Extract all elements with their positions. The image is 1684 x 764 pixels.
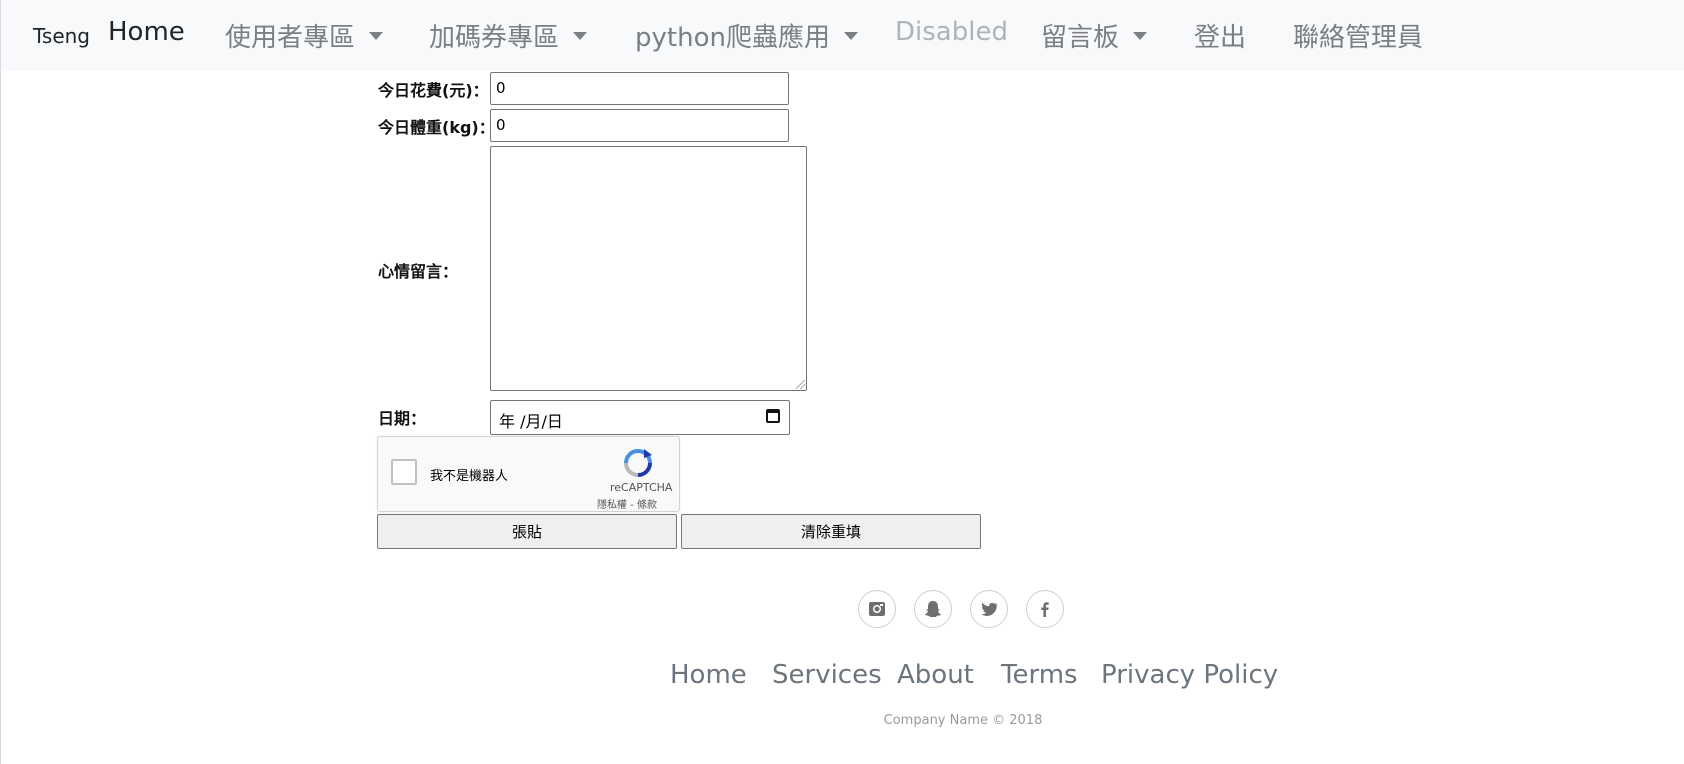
submit-button-label: 張貼 xyxy=(511,523,542,541)
nav-contact-admin[interactable]: 聯絡管理員 xyxy=(1293,17,1423,54)
weight-input[interactable]: 0 xyxy=(490,109,789,142)
submit-button[interactable]: 張貼 xyxy=(377,514,677,549)
calendar-icon[interactable] xyxy=(766,409,780,423)
spend-label: 今日花費(元)： xyxy=(378,81,489,100)
date-input[interactable]: 年 /月/日 xyxy=(490,400,790,435)
top-navbar: Tseng Home 使用者專區 加碼券專區 python爬蟲應用 Disabl… xyxy=(1,0,1684,71)
nav-logout-label: 登出 xyxy=(1194,23,1247,53)
nav-disabled: Disabled xyxy=(895,17,1008,47)
footer-link-services[interactable]: Services xyxy=(772,660,882,690)
reset-button[interactable]: 清除重填 xyxy=(681,514,981,549)
spend-input-value: 0 xyxy=(496,79,506,97)
weight-label: 今日體重(kg)： xyxy=(378,118,495,137)
mood-textarea[interactable] xyxy=(490,146,807,391)
footer-link-privacy-policy[interactable]: Privacy Policy xyxy=(1101,660,1278,690)
recaptcha-widget: 我不是機器人 reCAPTCHA 隱私權 - 條款 xyxy=(377,436,680,512)
facebook-icon[interactable] xyxy=(1026,590,1064,628)
nav-python-crawler-dropdown[interactable]: python爬蟲應用 xyxy=(635,17,858,54)
nav-bonus-coupon-label: 加碼券專區 xyxy=(429,23,560,53)
nav-message-board-dropdown[interactable]: 留言板 xyxy=(1041,17,1148,54)
chevron-down-icon xyxy=(1133,31,1148,40)
nav-user-zone-label: 使用者專區 xyxy=(225,23,356,53)
weight-input-value: 0 xyxy=(496,116,506,134)
date-input-placeholder: 年 /月/日 xyxy=(499,412,563,431)
snapchat-icon[interactable] xyxy=(914,590,952,628)
nav-home-label: Home xyxy=(108,17,185,47)
nav-contact-admin-label: 聯絡管理員 xyxy=(1293,23,1424,53)
nav-message-board-label: 留言板 xyxy=(1041,23,1120,53)
recaptcha-checkbox-label: 我不是機器人 xyxy=(430,469,509,484)
nav-disabled-label: Disabled xyxy=(895,17,1008,47)
chevron-down-icon xyxy=(843,31,858,40)
copyright-text: Company Name © 2018 xyxy=(883,713,1043,728)
reset-button-label: 清除重填 xyxy=(800,523,861,541)
date-label: 日期： xyxy=(378,409,427,428)
footer-link-home[interactable]: Home xyxy=(670,660,747,690)
navbar-brand[interactable]: Tseng xyxy=(33,24,90,48)
recaptcha-checkbox[interactable] xyxy=(391,459,417,485)
recaptcha-brand: reCAPTCHA xyxy=(610,481,673,494)
spend-input[interactable]: 0 xyxy=(490,72,789,105)
chevron-down-icon xyxy=(573,31,588,40)
nav-python-crawler-label: python爬蟲應用 xyxy=(635,23,830,53)
nav-logout[interactable]: 登出 xyxy=(1194,17,1246,54)
mood-label: 心情留言： xyxy=(378,262,459,281)
recaptcha-privacy-terms-links[interactable]: 隱私權 - 條款 xyxy=(597,496,657,511)
footer-link-terms[interactable]: Terms xyxy=(1001,660,1078,690)
resize-grip-icon[interactable] xyxy=(796,380,805,389)
nav-user-zone-dropdown[interactable]: 使用者專區 xyxy=(225,17,384,54)
twitter-icon[interactable] xyxy=(970,590,1008,628)
footer-link-about[interactable]: About xyxy=(897,660,974,690)
recaptcha-logo-icon xyxy=(624,449,652,477)
chevron-down-icon xyxy=(369,31,384,40)
nav-bonus-coupon-dropdown[interactable]: 加碼券專區 xyxy=(429,17,588,54)
nav-home[interactable]: Home xyxy=(108,17,185,47)
instagram-icon[interactable] xyxy=(858,590,896,628)
